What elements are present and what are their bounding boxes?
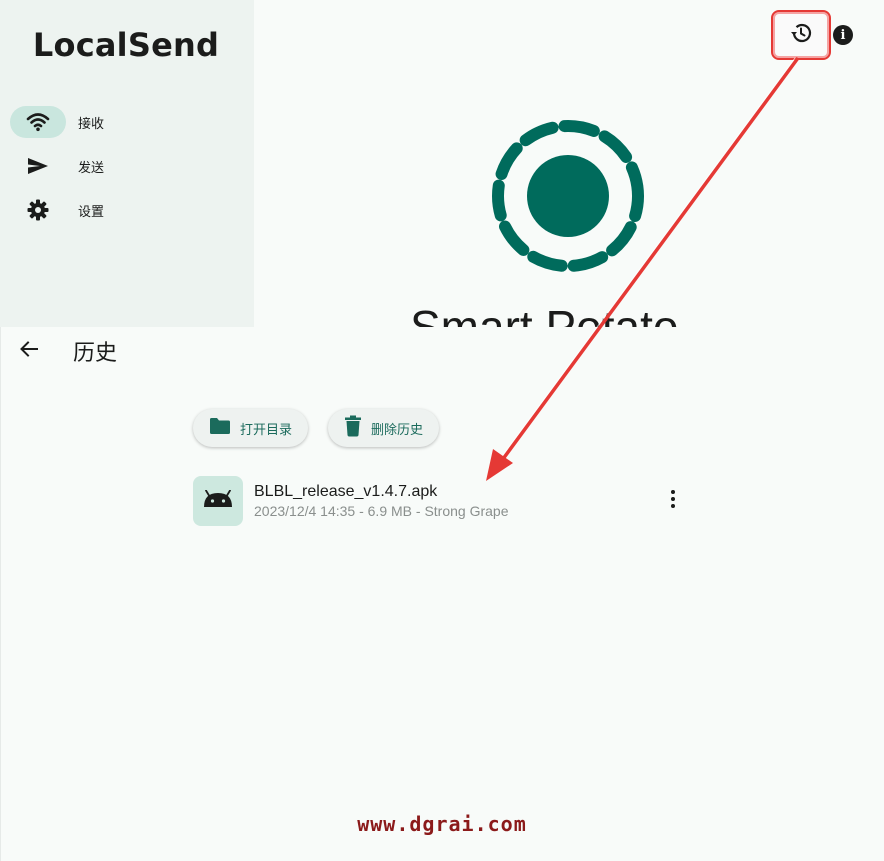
page-title: 历史: [73, 341, 118, 366]
delete-history-button[interactable]: 删除历史: [328, 409, 440, 447]
info-button[interactable]: i: [833, 25, 853, 45]
sidebar-item-label: 发送: [78, 160, 105, 176]
history-button[interactable]: [771, 10, 831, 60]
trash-icon: [344, 415, 362, 441]
wifi-icon: [10, 106, 66, 138]
send-icon: [10, 150, 66, 182]
localsend-logo: [491, 119, 645, 273]
gear-icon: [10, 194, 66, 226]
android-icon: [203, 489, 233, 512]
sidebar-item-send[interactable]: 发送: [10, 149, 104, 183]
history-header: 历史: [1, 327, 884, 375]
file-name: BLBL_release_v1.4.7.apk: [254, 483, 438, 500]
file-thumbnail: [193, 476, 243, 526]
delete-history-label: 删除历史: [371, 422, 424, 438]
sidebar-item-settings[interactable]: 设置: [10, 193, 104, 227]
sidebar-item-receive[interactable]: 接收: [10, 105, 104, 139]
arrow-left-icon: [19, 339, 39, 363]
more-options-button[interactable]: [663, 487, 683, 511]
app-title: LocalSend: [32, 26, 220, 64]
list-item[interactable]: BLBL_release_v1.4.7.apk 2023/12/4 14:35 …: [193, 476, 693, 526]
main-window: LocalSend 接收 发送 设置 i Smart Potato: [0, 0, 884, 327]
file-meta: 2023/12/4 14:35 - 6.9 MB - Strong Grape: [254, 503, 509, 519]
watermark: www.dgrai.com: [357, 812, 527, 836]
sidebar-item-label: 接收: [78, 116, 105, 132]
history-icon: [789, 21, 813, 49]
more-vert-icon-dot: [671, 504, 675, 508]
history-page: 历史 打开目录 删除历史 BLBL_release_v1.4.7.apk 202…: [0, 327, 884, 861]
sidebar: LocalSend 接收 发送 设置: [0, 0, 254, 327]
open-folder-label: 打开目录: [240, 422, 293, 438]
file-info: BLBL_release_v1.4.7.apk 2023/12/4 14:35 …: [254, 483, 509, 519]
device-name: Smart Potato: [410, 301, 679, 327]
folder-icon: [209, 417, 231, 439]
history-actions: 打开目录 删除历史: [193, 409, 440, 447]
back-button[interactable]: [15, 337, 43, 365]
more-vert-icon-dot: [671, 497, 675, 501]
sidebar-item-label: 设置: [78, 204, 105, 220]
info-icon: i: [840, 27, 846, 43]
top-actions: i: [771, 10, 853, 60]
more-vert-icon-dot: [671, 490, 675, 494]
open-folder-button[interactable]: 打开目录: [193, 409, 309, 447]
